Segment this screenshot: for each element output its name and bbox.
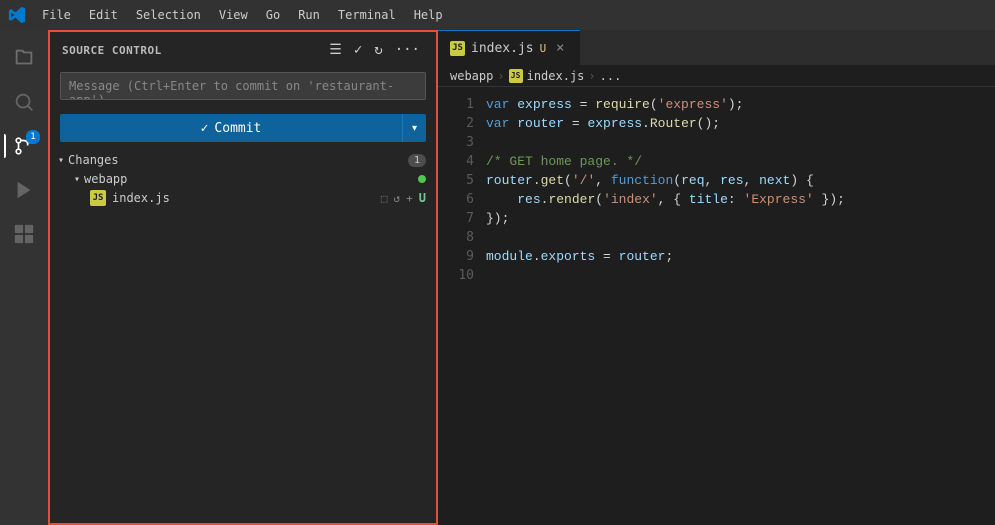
file-item-indexjs[interactable]: JS index.js ⬚ ↺ + U xyxy=(50,188,436,208)
line-numbers: 1 2 3 4 5 6 7 8 9 10 xyxy=(438,95,486,517)
stage-changes-icon[interactable]: + xyxy=(406,192,413,205)
commit-button[interactable]: ✓ Commit xyxy=(60,114,402,142)
menu-view[interactable]: View xyxy=(211,4,256,26)
activity-bar: 1 xyxy=(0,30,48,525)
editor-area: JS index.js U × webapp › JS index.js › .… xyxy=(438,30,995,525)
sc-list-icon[interactable]: ☰ xyxy=(325,40,346,60)
changes-header[interactable]: ▾ Changes 1 xyxy=(50,150,436,170)
commit-button-label: Commit xyxy=(214,121,261,136)
menu-file[interactable]: File xyxy=(34,4,79,26)
webapp-folder-item[interactable]: ▾ webapp xyxy=(50,170,436,188)
webapp-folder-label: webapp xyxy=(84,172,127,186)
changes-label: Changes xyxy=(68,153,119,167)
tab-filename: index.js xyxy=(471,41,534,56)
breadcrumb-sep-2: › xyxy=(588,69,595,83)
tab-indexjs[interactable]: JS index.js U × xyxy=(438,30,580,65)
file-actions: ⬚ ↺ + U xyxy=(381,191,426,205)
code-line-4: /* GET home page. */ xyxy=(486,152,995,171)
sc-check-icon[interactable]: ✓ xyxy=(350,40,366,60)
source-control-title: SOURCE CONTROL xyxy=(62,44,162,57)
main-area: 1 SOURCE CONTROL ☰ ✓ ↻ ··· xyxy=(0,30,995,525)
source-control-panel: SOURCE CONTROL ☰ ✓ ↻ ··· ✓ Commit ▾ ▾ xyxy=(48,30,438,525)
code-line-1: var express = require('express'); xyxy=(486,95,995,114)
explorer-activity-icon[interactable] xyxy=(4,38,44,78)
menu-bar: File Edit Selection View Go Run Terminal… xyxy=(34,4,451,26)
breadcrumb-webapp[interactable]: webapp xyxy=(450,69,493,83)
code-line-3 xyxy=(486,133,995,152)
file-item-left: JS index.js xyxy=(90,190,170,206)
webapp-left: ▾ webapp xyxy=(74,172,127,186)
changes-header-left: ▾ Changes xyxy=(58,153,119,167)
breadcrumb-filename[interactable]: index.js xyxy=(527,69,585,83)
vscode-logo xyxy=(8,6,26,24)
source-control-actions: ☰ ✓ ↻ ··· xyxy=(325,40,424,60)
webapp-status-dot xyxy=(418,175,426,183)
tab-bar: JS index.js U × xyxy=(438,30,995,65)
untracked-badge: U xyxy=(419,191,426,205)
tab-modified-badge: U xyxy=(540,42,547,55)
commit-button-area: ✓ Commit ▾ xyxy=(50,108,436,148)
breadcrumb: webapp › JS index.js › ... xyxy=(438,65,995,87)
breadcrumb-sep-1: › xyxy=(497,69,504,83)
menu-go[interactable]: Go xyxy=(258,4,288,26)
js-file-icon: JS xyxy=(90,190,106,206)
message-area xyxy=(50,68,436,108)
code-editor: 1 2 3 4 5 6 7 8 9 10 var express = requi… xyxy=(438,87,995,525)
menu-terminal[interactable]: Terminal xyxy=(330,4,404,26)
open-file-icon[interactable]: ⬚ xyxy=(381,192,388,205)
search-activity-icon[interactable] xyxy=(4,82,44,122)
code-line-7: }); xyxy=(486,209,995,228)
source-control-activity-icon[interactable]: 1 xyxy=(4,126,44,166)
tab-close-button[interactable]: × xyxy=(552,40,568,56)
commit-checkmark-icon: ✓ xyxy=(201,121,209,136)
code-line-8 xyxy=(486,228,995,247)
menu-run[interactable]: Run xyxy=(290,4,328,26)
file-name-label: index.js xyxy=(112,191,170,205)
changes-count-badge: 1 xyxy=(408,154,426,167)
code-line-9: module.exports = router; xyxy=(486,247,995,266)
tab-js-icon: JS xyxy=(450,41,465,56)
menu-selection[interactable]: Selection xyxy=(128,4,209,26)
breadcrumb-js-icon: JS xyxy=(509,69,523,83)
code-line-10 xyxy=(486,266,995,285)
menu-help[interactable]: Help xyxy=(406,4,451,26)
commit-dropdown-button[interactable]: ▾ xyxy=(402,114,426,142)
run-activity-icon[interactable] xyxy=(4,170,44,210)
discard-changes-icon[interactable]: ↺ xyxy=(394,192,401,205)
sc-more-icon[interactable]: ··· xyxy=(391,40,424,60)
extensions-activity-icon[interactable] xyxy=(4,214,44,254)
webapp-chevron-icon: ▾ xyxy=(74,174,80,185)
titlebar: File Edit Selection View Go Run Terminal… xyxy=(0,0,995,30)
breadcrumb-ellipsis[interactable]: ... xyxy=(600,69,622,83)
changes-section: ▾ Changes 1 ▾ webapp JS index.js xyxy=(50,148,436,210)
source-control-header: SOURCE CONTROL ☰ ✓ ↻ ··· xyxy=(50,32,436,68)
code-content: var express = require('express'); var ro… xyxy=(486,95,995,517)
code-line-5: router.get('/', function(req, res, next)… xyxy=(486,171,995,190)
commit-message-input[interactable] xyxy=(60,72,426,100)
menu-edit[interactable]: Edit xyxy=(81,4,126,26)
code-line-6: res.render('index', { title: 'Express' }… xyxy=(486,190,995,209)
code-line-2: var router = express.Router(); xyxy=(486,114,995,133)
sc-refresh-icon[interactable]: ↻ xyxy=(370,40,386,60)
changes-chevron-icon: ▾ xyxy=(58,155,64,166)
